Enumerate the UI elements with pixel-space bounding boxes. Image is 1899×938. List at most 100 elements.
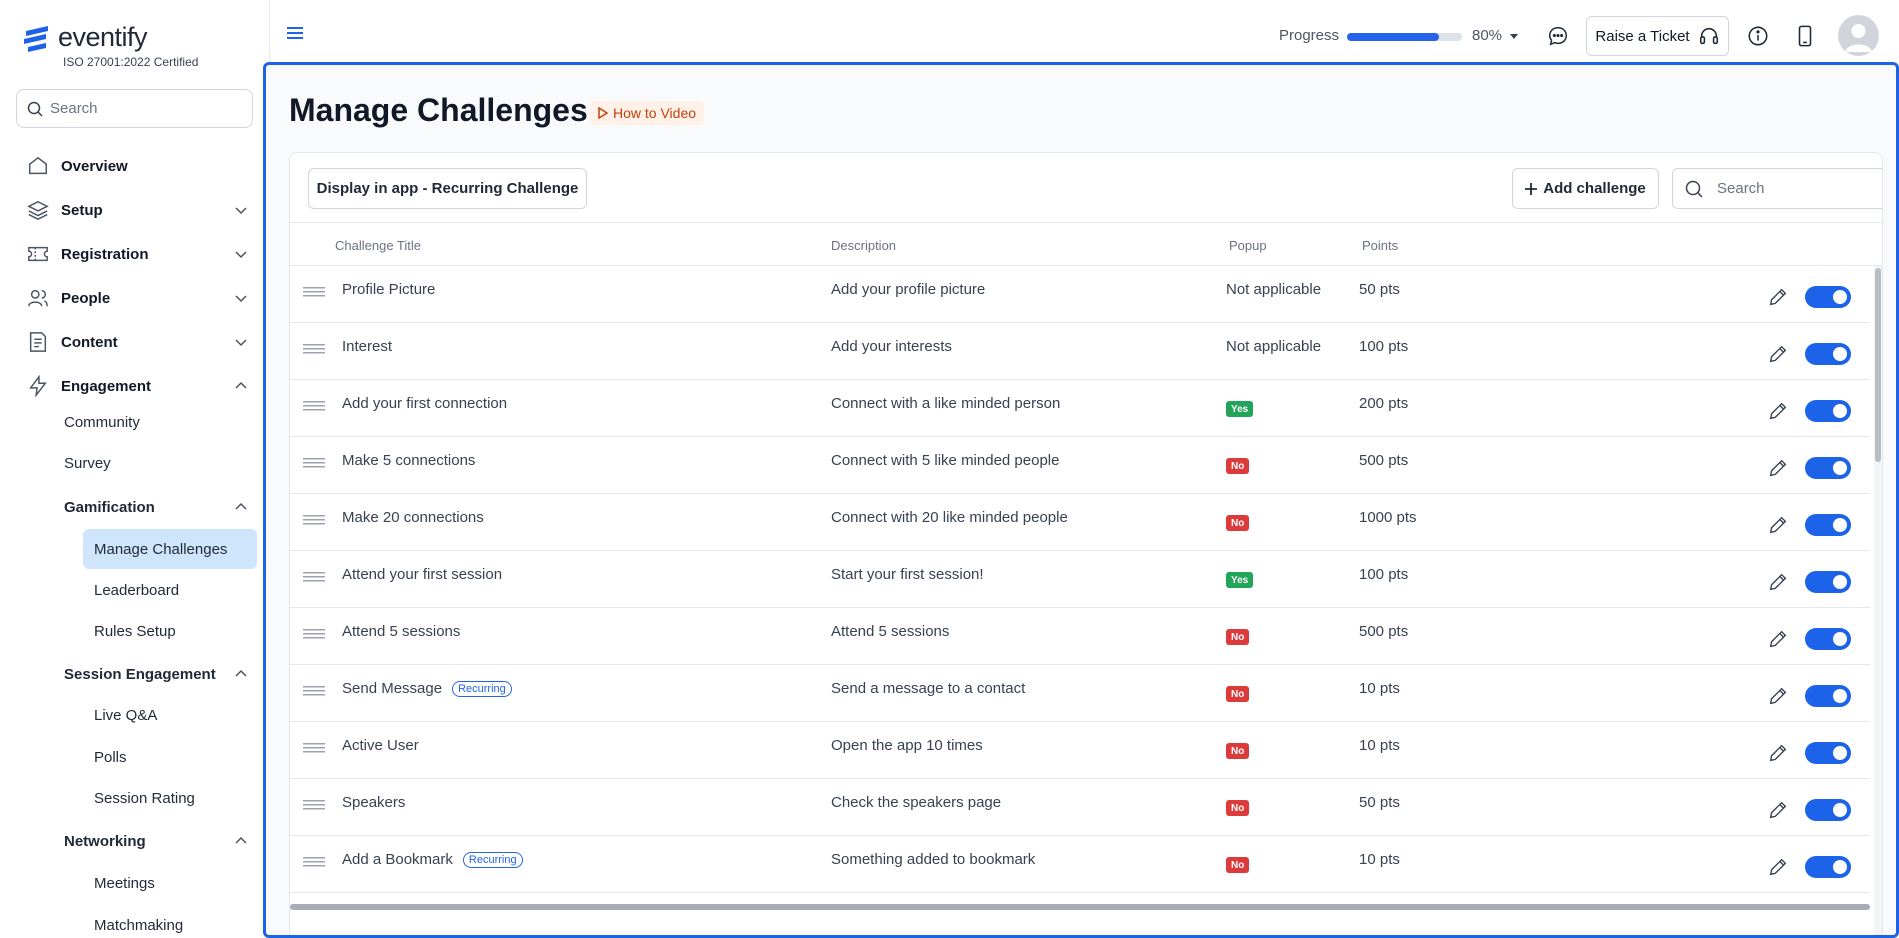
challenge-enabled-toggle[interactable] bbox=[1805, 343, 1851, 365]
sidebar-item-overview[interactable]: Overview bbox=[26, 151, 248, 181]
brand-logo[interactable]: eventify bbox=[22, 22, 148, 53]
sidebar-item-leaderboard[interactable]: Leaderboard bbox=[94, 582, 179, 599]
challenge-enabled-toggle[interactable] bbox=[1805, 400, 1851, 422]
column-header-description[interactable]: Description bbox=[831, 238, 896, 253]
edit-pencil-icon[interactable] bbox=[1767, 286, 1789, 308]
drag-handle-icon[interactable] bbox=[303, 514, 325, 526]
sidebar-group-gamification[interactable]: Gamification bbox=[64, 493, 248, 521]
sidebar-item-registration[interactable]: Registration bbox=[26, 239, 248, 269]
chat-icon[interactable] bbox=[1547, 25, 1569, 47]
edit-pencil-icon[interactable] bbox=[1767, 514, 1789, 536]
vertical-scrollbar-thumb[interactable] bbox=[1875, 268, 1881, 462]
challenge-description: Open the app 10 times bbox=[831, 737, 983, 754]
drag-handle-icon[interactable] bbox=[303, 286, 325, 298]
edit-pencil-icon[interactable] bbox=[1767, 343, 1789, 365]
challenge-description: Connect with 5 like minded people bbox=[831, 452, 1060, 469]
edit-pencil-icon[interactable] bbox=[1767, 742, 1789, 764]
progress-bar bbox=[1347, 33, 1462, 41]
challenge-points: 50 pts bbox=[1359, 794, 1400, 811]
challenge-description: Start your first session! bbox=[831, 566, 984, 583]
challenge-title: Interest bbox=[342, 338, 393, 355]
table-row[interactable]: Interest Add your interests Not applicab… bbox=[290, 323, 1870, 380]
sidebar-item-manage-challenges[interactable]: Manage Challenges bbox=[83, 529, 257, 569]
edit-pencil-icon[interactable] bbox=[1767, 799, 1789, 821]
caret-down-icon[interactable] bbox=[1509, 33, 1519, 41]
column-header-title[interactable]: Challenge Title bbox=[335, 238, 421, 253]
challenge-points: 500 pts bbox=[1359, 623, 1409, 640]
edit-pencil-icon[interactable] bbox=[1767, 628, 1789, 650]
mobile-phone-icon[interactable] bbox=[1797, 25, 1813, 47]
challenge-enabled-toggle[interactable] bbox=[1805, 799, 1851, 821]
chevron-down-icon bbox=[235, 207, 247, 215]
sidebar-item-community[interactable]: Community bbox=[64, 414, 140, 431]
hamburger-menu-icon[interactable] bbox=[287, 26, 305, 42]
sidebar-group-session-engagement[interactable]: Session Engagement bbox=[64, 660, 248, 688]
edit-pencil-icon[interactable] bbox=[1767, 457, 1789, 479]
challenge-enabled-toggle[interactable] bbox=[1805, 628, 1851, 650]
sidebar-group-networking[interactable]: Networking bbox=[64, 827, 248, 855]
sidebar-item-session-rating[interactable]: Session Rating bbox=[94, 790, 195, 807]
challenge-enabled-toggle[interactable] bbox=[1805, 742, 1851, 764]
challenge-search[interactable] bbox=[1672, 168, 1882, 209]
challenge-enabled-toggle[interactable] bbox=[1805, 685, 1851, 707]
edit-pencil-icon[interactable] bbox=[1767, 571, 1789, 593]
sidebar-item-matchmaking[interactable]: Matchmaking bbox=[94, 917, 183, 934]
raise-ticket-button[interactable]: Raise a Ticket bbox=[1586, 16, 1729, 56]
drag-handle-icon[interactable] bbox=[303, 400, 325, 412]
table-row[interactable]: Profile Picture Add your profile picture… bbox=[290, 266, 1870, 323]
user-avatar[interactable] bbox=[1838, 15, 1879, 56]
table-row[interactable]: Add a Bookmark Recurring Something added … bbox=[290, 836, 1870, 893]
sidebar-item-survey[interactable]: Survey bbox=[64, 455, 111, 472]
chevron-down-icon bbox=[235, 251, 247, 259]
popup-value: Not applicable bbox=[1226, 281, 1322, 298]
table-row[interactable]: Active User Open the app 10 times No 10 … bbox=[290, 722, 1870, 779]
table-row[interactable]: Make 5 connections Connect with 5 like m… bbox=[290, 437, 1870, 494]
challenge-search-input[interactable] bbox=[1717, 180, 1867, 197]
table-row[interactable]: Add your first connection Connect with a… bbox=[290, 380, 1870, 437]
challenge-enabled-toggle[interactable] bbox=[1805, 457, 1851, 479]
drag-handle-icon[interactable] bbox=[303, 856, 325, 868]
sidebar-item-meetings[interactable]: Meetings bbox=[94, 875, 155, 892]
drag-handle-icon[interactable] bbox=[303, 685, 325, 697]
add-challenge-button[interactable]: Add challenge bbox=[1512, 168, 1659, 209]
lightning-icon bbox=[26, 374, 50, 398]
challenge-enabled-toggle[interactable] bbox=[1805, 514, 1851, 536]
challenge-enabled-toggle[interactable] bbox=[1805, 856, 1851, 878]
how-to-video-link[interactable]: How to Video bbox=[590, 101, 705, 125]
horizontal-scrollbar[interactable] bbox=[290, 904, 1870, 910]
challenge-description: Check the speakers page bbox=[831, 794, 1002, 811]
edit-pencil-icon[interactable] bbox=[1767, 856, 1789, 878]
sidebar-item-label: Content bbox=[61, 333, 118, 351]
drag-handle-icon[interactable] bbox=[303, 343, 325, 355]
display-recurring-challenge-button[interactable]: Display in app - Recurring Challenge bbox=[308, 168, 587, 209]
sidebar-item-polls[interactable]: Polls bbox=[94, 749, 127, 766]
drag-handle-icon[interactable] bbox=[303, 571, 325, 583]
column-header-popup[interactable]: Popup bbox=[1229, 238, 1267, 253]
info-icon[interactable] bbox=[1747, 25, 1769, 47]
edit-pencil-icon[interactable] bbox=[1767, 400, 1789, 422]
sidebar-item-live-qa[interactable]: Live Q&A bbox=[94, 707, 157, 724]
sidebar-item-rules-setup[interactable]: Rules Setup bbox=[94, 623, 176, 640]
sidebar-search-input[interactable] bbox=[50, 100, 240, 117]
table-row[interactable]: Attend your first session Start your fir… bbox=[290, 551, 1870, 608]
drag-handle-icon[interactable] bbox=[303, 742, 325, 754]
sidebar-item-setup[interactable]: Setup bbox=[26, 195, 248, 225]
drag-handle-icon[interactable] bbox=[303, 799, 325, 811]
drag-handle-icon[interactable] bbox=[303, 628, 325, 640]
sidebar-item-label: Overview bbox=[61, 157, 128, 175]
challenge-enabled-toggle[interactable] bbox=[1805, 286, 1851, 308]
drag-handle-icon[interactable] bbox=[303, 457, 325, 469]
table-row[interactable]: Attend 5 sessions Attend 5 sessions No 5… bbox=[290, 608, 1870, 665]
column-header-points[interactable]: Points bbox=[1362, 238, 1398, 253]
sidebar-search[interactable] bbox=[16, 89, 253, 128]
table-row[interactable]: Make 20 connections Connect with 20 like… bbox=[290, 494, 1870, 551]
sidebar-item-people[interactable]: People bbox=[26, 283, 248, 313]
table-row[interactable]: Send Message Recurring Send a message to … bbox=[290, 665, 1870, 722]
recurring-badge: Recurring bbox=[452, 681, 512, 697]
edit-pencil-icon[interactable] bbox=[1767, 685, 1789, 707]
challenge-enabled-toggle[interactable] bbox=[1805, 571, 1851, 593]
table-row[interactable]: Speakers Check the speakers page No 50 p… bbox=[290, 779, 1870, 836]
sidebar-item-content[interactable]: Content bbox=[26, 327, 248, 357]
vertical-scrollbar[interactable] bbox=[1874, 266, 1882, 935]
sidebar-item-engagement[interactable]: Engagement bbox=[26, 371, 248, 401]
